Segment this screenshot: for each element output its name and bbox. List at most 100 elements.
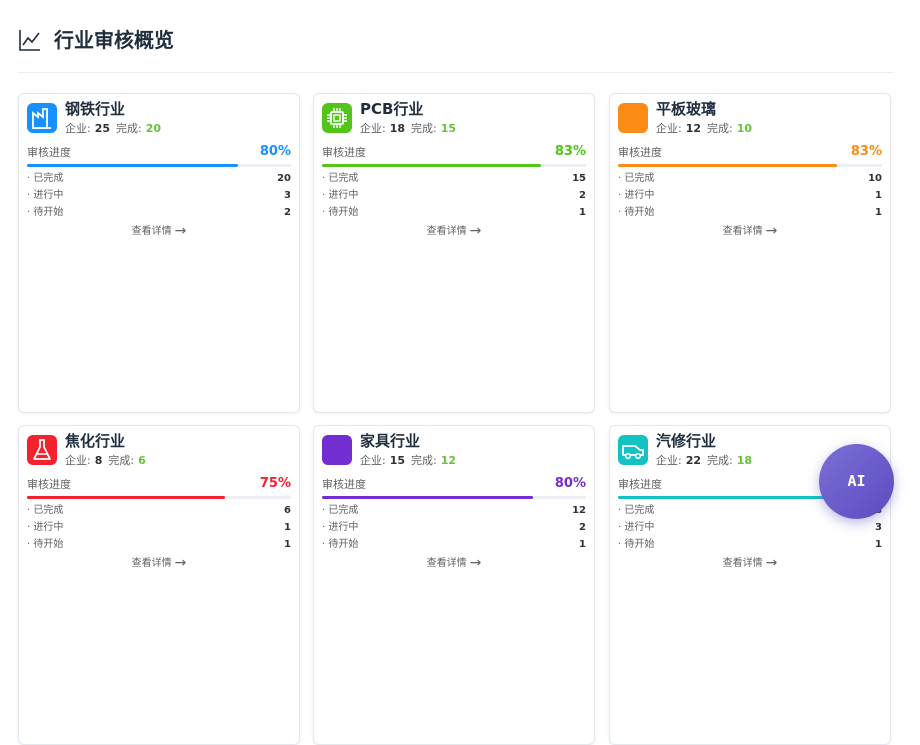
status-done-label: · 已完成 [618,505,655,516]
view-details-link[interactable]: 查看详情 → [610,223,890,240]
status-in-progress-value: 2 [579,190,586,201]
status-pending-label: · 待开始 [27,207,64,218]
progress-fill [27,496,225,499]
company-count: 8 [94,454,103,467]
progress-fill [27,164,239,167]
view-details-link[interactable]: 查看详情 → [314,223,594,240]
company-label: 企业: [360,454,386,467]
view-details-label: 查看详情 [426,558,467,569]
status-done-value: 12 [572,505,586,516]
status-in-progress: · 进行中 2 [322,187,586,204]
progress-fill [618,496,835,499]
status-in-progress-label: · 进行中 [322,190,359,201]
completed-count: 18 [736,454,753,467]
status-pending-label: · 待开始 [322,539,359,550]
status-done-label: · 已完成 [27,505,64,516]
status-pending: · 待开始 1 [322,536,586,553]
progress-label: 审核进度 [322,146,366,159]
company-label: 企业: [656,454,682,467]
ai-assistant-button[interactable]: AI [819,444,894,519]
status-in-progress-value: 1 [284,522,291,533]
company-count: 22 [685,454,702,467]
completed-count: 20 [145,122,162,135]
status-pending-value: 2 [284,207,291,218]
progress-percent: 80% [554,476,586,491]
view-details-link[interactable]: 查看详情 → [19,223,299,240]
view-details-label: 查看详情 [131,558,172,569]
status-in-progress: · 进行中 3 [618,519,882,536]
progress-percent: 83% [554,144,586,159]
industry-meta: 企业: 18 完成: 15 [360,121,456,137]
page-title: 行业审核概览 [54,28,174,52]
arrow-right-icon: → [765,223,778,239]
industry-meta: 企业: 22 完成: 18 [656,453,752,469]
arrow-right-icon: → [174,223,187,239]
progress-label: 审核进度 [618,478,662,491]
industry-card[interactable]: 钢铁行业 企业: 25 完成: 20 审核进度 80% · 已完成 20 · 进行中 3 … [18,93,300,413]
arrow-right-icon: → [469,555,482,571]
status-pending-value: 1 [875,207,882,218]
factory-icon [27,103,57,133]
status-list: · 已完成 15 · 进行中 2 · 待开始 1 [322,170,586,221]
company-label: 企业: [656,122,682,135]
completed-label: 完成: [707,454,733,467]
status-pending-label: · 待开始 [322,207,359,218]
flask-icon [27,435,57,465]
view-details-link[interactable]: 查看详情 → [610,555,890,572]
industry-title: 汽修行业 [656,432,717,450]
view-details-link[interactable]: 查看详情 → [19,555,299,572]
status-done: · 已完成 6 [27,502,291,519]
company-label: 企业: [65,454,91,467]
completed-label: 完成: [707,122,733,135]
industry-title: 焦化行业 [65,432,126,450]
view-details-link[interactable]: 查看详情 → [314,555,594,572]
status-in-progress: · 进行中 1 [618,187,882,204]
progress-label: 审核进度 [618,146,662,159]
page-header: 行业审核概览 [18,26,893,73]
arrow-right-icon: → [174,555,187,571]
status-done: · 已完成 12 [322,502,586,519]
progress-fill [322,496,534,499]
progress-label: 审核进度 [322,478,366,491]
status-pending-value: 1 [579,207,586,218]
industry-title: 钢铁行业 [65,100,126,118]
company-count: 15 [389,454,406,467]
glass-icon [618,103,648,133]
status-done: · 已完成 20 [27,170,291,187]
status-in-progress-value: 2 [579,522,586,533]
status-pending-label: · 待开始 [618,539,655,550]
status-done-label: · 已完成 [322,505,359,516]
status-pending: · 待开始 1 [618,204,882,221]
chip-icon [322,103,352,133]
progress-fill [322,164,542,167]
status-pending: · 待开始 2 [27,204,291,221]
view-details-label: 查看详情 [131,226,172,237]
status-in-progress-value: 1 [875,190,882,201]
status-done-label: · 已完成 [322,173,359,184]
status-pending-value: 1 [284,539,291,550]
industry-card[interactable]: 平板玻璃 企业: 12 完成: 10 审核进度 83% · 已完成 10 · 进行中 1 … [609,93,891,413]
industry-card[interactable]: 焦化行业 企业: 8 完成: 6 审核进度 75% · 已完成 6 · 进行中 1 · 待… [18,425,300,745]
status-done-label: · 已完成 [618,173,655,184]
status-pending-label: · 待开始 [618,207,655,218]
view-details-label: 查看详情 [722,558,763,569]
progress-percent: 80% [259,144,291,159]
status-done-label: · 已完成 [27,173,64,184]
progress-track [27,496,291,499]
company-label: 企业: [65,122,91,135]
status-in-progress-label: · 进行中 [27,522,64,533]
line-chart-icon [19,30,40,51]
industry-title: 家具行业 [360,432,421,450]
industry-title: PCB行业 [360,100,424,118]
industry-card[interactable]: PCB行业 企业: 18 完成: 15 审核进度 83% · 已完成 15 · 进行中 2… [313,93,595,413]
progress-track [618,164,882,167]
completed-count: 10 [736,122,753,135]
status-in-progress-label: · 进行中 [27,190,64,201]
industry-card[interactable]: 家具行业 企业: 15 完成: 12 审核进度 80% · 已完成 12 · 进行中 2 … [313,425,595,745]
progress-track [27,164,291,167]
arrow-right-icon: → [469,223,482,239]
status-list: · 已完成 6 · 进行中 1 · 待开始 1 [27,502,291,553]
status-in-progress-label: · 进行中 [322,522,359,533]
progress-percent: 75% [259,476,291,491]
company-count: 25 [94,122,111,135]
